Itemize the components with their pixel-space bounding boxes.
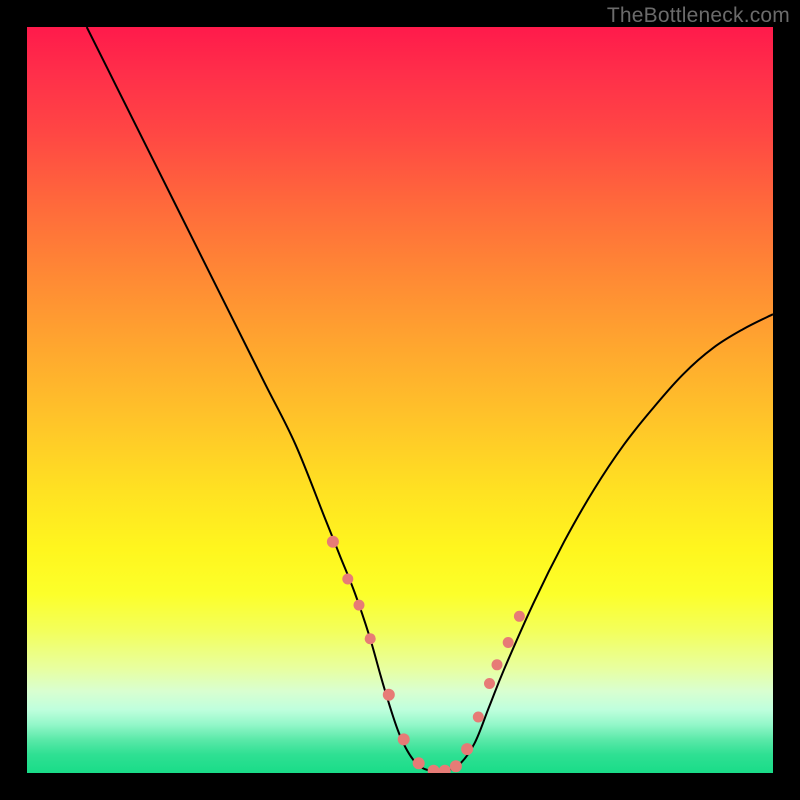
marker-dot	[413, 757, 425, 769]
watermark-text: TheBottleneck.com	[607, 4, 790, 28]
marker-dot	[398, 733, 410, 745]
marker-dot	[514, 611, 525, 622]
marker-dot	[428, 765, 440, 773]
marker-dots-group	[327, 536, 525, 773]
marker-dot	[492, 659, 503, 670]
marker-dot	[461, 743, 473, 755]
marker-dot	[327, 536, 339, 548]
marker-dot	[450, 760, 462, 772]
marker-dot	[473, 712, 484, 723]
bottleneck-curve-path	[87, 27, 773, 772]
bottleneck-chart-svg	[27, 27, 773, 773]
marker-dot	[484, 678, 495, 689]
marker-dot	[365, 633, 376, 644]
marker-dot	[439, 765, 451, 773]
marker-dot	[342, 574, 353, 585]
marker-dot	[503, 637, 514, 648]
marker-dot	[383, 689, 395, 701]
marker-dot	[354, 600, 365, 611]
chart-plot-area	[27, 27, 773, 773]
